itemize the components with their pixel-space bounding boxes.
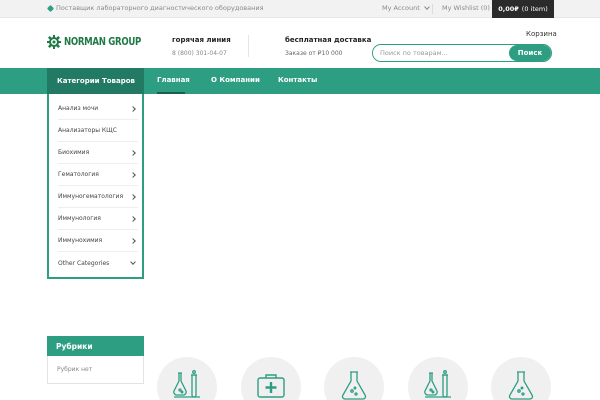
category-item[interactable]: Анализ мочи <box>58 98 138 120</box>
search-button[interactable]: Поиск <box>509 45 551 61</box>
feature-circle[interactable] <box>324 357 384 400</box>
chevron-down-icon <box>423 4 430 10</box>
category-item[interactable]: Биохимия <box>58 142 138 164</box>
search-form: Поиск <box>372 44 552 62</box>
chevron-right-icon <box>130 105 136 112</box>
other-categories-toggle[interactable]: Other Categories <box>58 252 138 274</box>
category-label: Иммунохимия <box>58 237 103 244</box>
chevron-right-icon <box>130 215 136 222</box>
category-item[interactable]: Иммуногематология <box>58 186 138 208</box>
hotline-title: горячая линия <box>172 36 231 44</box>
logo[interactable]: NORMAN GROUP <box>47 35 158 49</box>
tag-icon <box>46 4 55 12</box>
feature-circle[interactable] <box>241 357 301 400</box>
category-label: Иммунология <box>58 215 101 222</box>
category-item[interactable]: Гематология <box>58 164 138 186</box>
category-label: Other Categories <box>58 259 110 267</box>
hotline: горячая линия 8 (800) 301-04-07 <box>172 36 231 57</box>
delivery-title: бесплатная доставка <box>285 36 372 44</box>
categories-tab[interactable]: Категории Товаров <box>47 68 144 94</box>
rubrics-title: Рубрики <box>47 336 144 356</box>
category-label: Анализ мочи <box>58 105 99 112</box>
my-account-label: My Account <box>382 4 420 12</box>
chevron-down-icon <box>130 258 136 265</box>
nav-item-home[interactable]: Главная <box>157 76 190 84</box>
top-bar: Поставщик лабораторного диагностического… <box>0 0 600 18</box>
lab-flask-tubes-icon <box>173 370 200 398</box>
cart-button[interactable]: 0,00₽ (0 item) <box>492 0 554 18</box>
flask-icon <box>341 371 367 400</box>
chevron-right-icon <box>130 193 136 200</box>
cart-items: (0 item) <box>521 5 548 13</box>
my-account-menu[interactable]: My Account <box>382 4 430 12</box>
category-label: Гематология <box>58 171 99 178</box>
feature-circle[interactable] <box>491 357 551 400</box>
nav-item-about[interactable]: О Компании <box>211 76 260 84</box>
delivery-subtitle: Заказе от ₽10 000 <box>285 50 343 57</box>
gear-logo-icon <box>47 35 61 49</box>
chevron-right-icon <box>130 237 136 244</box>
tagline: Поставщик лабораторного диагностического… <box>46 4 264 12</box>
lab-flask-tubes-icon <box>424 370 451 398</box>
wishlist-link[interactable]: My Wishlist (0) <box>442 4 490 12</box>
delivery-info: бесплатная доставка Заказе от ₽10 000 <box>285 36 371 57</box>
chevron-right-icon <box>130 171 136 178</box>
category-item[interactable]: Иммунология <box>58 208 138 230</box>
nav-active-indicator <box>157 92 185 94</box>
divider <box>432 4 433 14</box>
category-item[interactable]: Иммунохимия <box>58 230 138 252</box>
cart-amount: 0,00₽ <box>498 5 519 13</box>
hotline-phone[interactable]: 8 (800) 301-04-07 <box>172 50 231 57</box>
tagline-text: Поставщик лабораторного диагностического… <box>56 4 264 12</box>
nav-item-contacts[interactable]: Контакты <box>278 76 317 84</box>
category-label: Иммуногематология <box>58 193 124 200</box>
basket-link[interactable]: Корзина <box>526 30 557 38</box>
header-divider <box>248 35 249 57</box>
category-label: Анализаторы КЩС <box>58 127 117 134</box>
feature-circle[interactable] <box>157 357 217 400</box>
category-label: Биохимия <box>58 149 90 156</box>
logo-text: NORMAN GROUP <box>64 36 141 48</box>
feature-circle[interactable] <box>408 357 468 400</box>
medical-kit-icon <box>257 374 285 398</box>
search-input[interactable] <box>373 45 509 61</box>
flask-icon <box>508 371 534 400</box>
category-item[interactable]: Анализаторы КЩС <box>58 120 138 142</box>
chevron-right-icon <box>130 149 136 156</box>
category-menu: Анализ мочи Анализаторы КЩС Биохимия Гем… <box>47 94 144 279</box>
rubrics-empty: Рубрик нет <box>47 356 144 384</box>
